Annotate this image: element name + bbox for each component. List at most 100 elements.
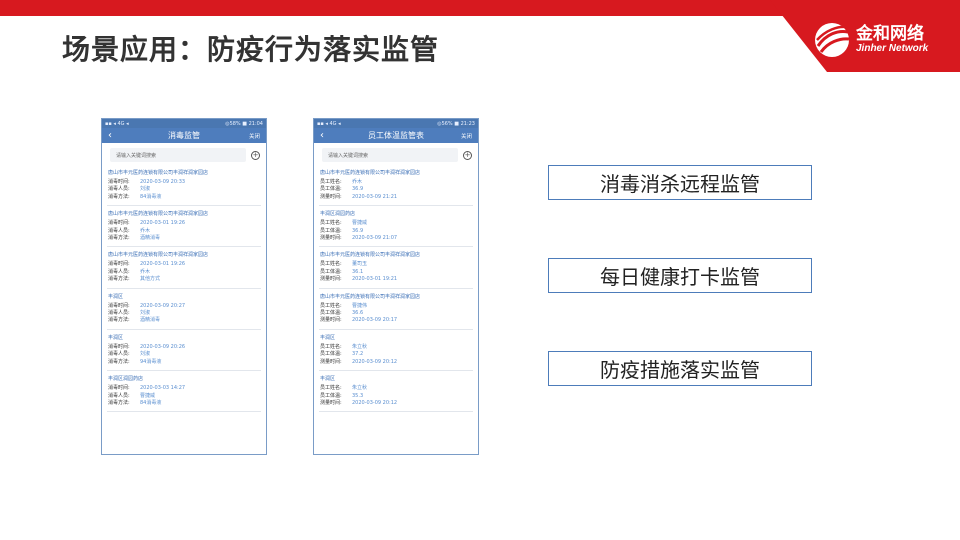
record-field: 测量时间: 2020-03-09 21:07 [320,235,473,242]
field-value: 曹捷威 [352,220,368,227]
field-value: 乔木 [140,227,151,234]
field-value: 84消毒液 [140,399,162,406]
record-field: 员工姓名: 朱立秋 [320,344,473,351]
list-item[interactable]: 丰润区润园药店 员工姓名: 曹捷威 员工体温: 36.9 测量时间: 2020-03-09 … [319,206,473,248]
field-label: 员工体温: [320,227,342,234]
field-value: 其他方式 [140,276,161,283]
record-field: 测量时间: 2020-03-09 20:12 [320,400,473,407]
field-value: 2020-03-03 14:27 [140,385,186,392]
list-item[interactable]: 唐山市丰元医药连锁有限公司丰润祥润家园店消毒时间: 2020-03-01 19:2… [107,247,261,289]
back-icon[interactable]: ‹ [108,130,122,141]
field-label: 消毒人员: [108,186,130,193]
nav-bar: ‹ 消毒监管 关闭 [102,128,266,143]
record-field: 员工体温: 36.9 [320,228,473,235]
jinher-logo: 金和网络 Jinher Network [812,16,942,64]
record-field: 消毒人员: 刘淑 [108,351,261,358]
field-label: 消毒方法: [108,193,130,200]
record-field: 消毒时间: 2020-03-03 14:27 [108,385,261,392]
phone-temperature: ▪▪ ◂ 4G ◂ ◎56% ■ 21:23 ‹ 员工体温监管表 关闭 请输入关… [313,118,479,455]
close-button[interactable]: 关闭 [458,132,472,140]
field-label: 消毒方法: [108,235,130,242]
record-title: 唐山市丰元医药连锁有限公司丰润祥润家园店 [320,252,421,259]
logo-globe-icon [815,23,850,57]
search-input[interactable]: 请输入关键词搜索 [110,148,246,162]
list-item[interactable]: 丰润区 消毒时间: 2020-03-09 20:27 消毒人员: 刘淑 消毒方法: 酒精消毒 [107,289,261,330]
record-title: 唐山市丰元医药连锁有限公司丰润祥润家园店 [320,170,421,176]
list-item[interactable]: 唐山市丰元医药连锁有限公司丰润祥润家园店 消毒时间: 2020-03-09 20:3… [107,165,261,207]
field-label: 员工体温: [320,392,342,399]
field-label: 测量时间: [320,276,342,283]
list-item[interactable]: 丰润区消毒时间: 2020-03-09 20:26 消毒人员: 刘淑 消毒方法: 94消毒… [107,330,261,372]
tag-measures: 防疫措施落实监管 [548,351,812,386]
field-value: 36.9 [352,186,364,193]
record-title: 丰润区 [108,334,124,341]
field-value: 酒精消毒 [140,317,161,324]
field-value: 36.1 [352,268,364,275]
field-value: 37.2 [352,351,364,358]
field-value: 2020-03-09 20:27 [140,302,186,309]
record-field: 消毒时间: 2020-03-01 19:26 [108,261,261,268]
record-title: 唐山市丰元医药连锁有限公司丰润祥润家园店 [320,293,421,300]
field-value: 乔木 [352,179,363,185]
search-input[interactable]: 请输入关键词搜索 [322,148,458,162]
record-title: 丰润区 [320,376,336,383]
field-value: 2020-03-01 19:26 [140,220,186,227]
record-title: 唐山市丰元医药连锁有限公司丰润祥润家园店 [108,252,209,259]
status-bar: ▪▪ ◂ 4G ◂ ◎56% ■ 21:23 [314,119,478,128]
field-label: 消毒方法: [108,399,130,406]
field-value: 朱立秋 [352,385,368,392]
field-value: 刘淑 [140,351,151,358]
field-label: 测量时间: [320,317,342,324]
field-label: 消毒时间: [108,302,130,309]
field-label: 测量时间: [320,235,342,242]
record-field: 消毒人员: 乔木 [108,269,261,276]
field-label: 员工姓名: [320,261,342,268]
plus-circle-icon[interactable]: + [463,150,472,160]
back-icon[interactable]: ‹ [320,130,334,141]
list-item[interactable]: 丰润区 员工姓名: 朱立秋 员工体温: 35.3 测量时间: 2020-03-09 20:1… [319,371,473,413]
record-field: 员工体温: 36.6 [320,310,473,317]
field-label: 消毒方法: [108,317,130,324]
record-title: 唐山市丰元医药连锁有限公司丰润祥润家园店 [108,211,209,218]
list-item[interactable]: 唐山市丰元医药连锁有限公司丰润祥润家园店 员工姓名: 曹捷伟 员工体温: 36.6 测量时… [319,289,473,330]
record-title: 丰润区 [320,334,336,341]
tag-health-checkin: 每日健康打卡监管 [548,258,812,293]
field-label: 员工姓名: [320,220,342,227]
record-field: 员工体温: 36.1 [320,269,473,276]
field-value: 曹捷伟 [352,302,368,309]
record-field: 员工姓名: 朱立秋 [320,385,473,392]
slide-title: 场景应用：防疫行为落实监管 [62,33,440,66]
close-button[interactable]: 关闭 [246,132,260,140]
list-item[interactable]: 丰润区 员工姓名: 朱立秋 员工体温: 37.2 测量时间: 2020-03-09 20:1… [319,330,473,372]
list-item[interactable]: 丰润区润园药店 消毒时间: 2020-03-03 14:27 消毒人员: 曹捷威 消毒方法… [107,371,261,413]
nav-title: 消毒监管 [168,131,200,140]
record-list: 唐山市丰元医药连锁有限公司丰润祥润家园店 员工姓名: 乔木 员工体温: 36.9 测量时间… [314,165,478,413]
plus-circle-icon[interactable]: + [251,150,260,160]
record-field: 消毒方法: 94消毒液 [108,359,261,366]
record-field: 消毒人员: 曹捷威 [108,393,261,400]
nav-title: 员工体温监管表 [368,131,424,140]
status-bar: ▪▪ ◂ 4G ◂ ◎58% ■ 21:04 [102,119,266,128]
record-field: 消毒时间: 2020-03-09 20:33 [108,179,261,186]
field-value: 朱立秋 [352,343,368,350]
list-item[interactable]: 唐山市丰元医药连锁有限公司丰润祥润家园店 员工姓名: 乔木 员工体温: 36.9 测量时间… [319,165,473,207]
field-value: 2020-03-09 21:07 [352,235,398,242]
record-field: 消毒人员: 刘淑 [108,186,261,193]
record-list: 唐山市丰元医药连锁有限公司丰润祥润家园店 消毒时间: 2020-03-09 20:3… [102,165,266,413]
field-value: 酒精消毒 [140,235,161,242]
record-field: 员工姓名: 曹捷威 [320,220,473,227]
record-field: 消毒时间: 2020-03-09 20:26 [108,344,261,351]
record-field: 员工体温: 37.2 [320,351,473,358]
record-field: 测量时间: 2020-03-09 20:17 [320,317,473,324]
record-field: 消毒时间: 2020-03-01 19:26 [108,220,261,227]
list-item[interactable]: 唐山市丰元医药连锁有限公司丰润祥润家园店 员工姓名: 董司玉 员工体温: 36.1 测量时… [319,247,473,289]
field-label: 消毒人员: [108,351,130,358]
record-field: 员工体温: 36.9 [320,186,473,193]
list-item[interactable]: 唐山市丰元医药连锁有限公司丰润祥润家园店 消毒时间: 2020-03-01 19:2… [107,206,261,248]
phone-disinfection: ▪▪ ◂ 4G ◂ ◎58% ■ 21:04 ‹ 消毒监管 关闭 请输入关键词搜… [101,118,267,455]
field-value: 刘淑 [140,186,151,193]
field-label: 消毒人员: [108,392,130,399]
field-label: 测量时间: [320,193,342,200]
record-field: 消毒时间: 2020-03-09 20:27 [108,303,261,310]
field-label: 消毒时间: [108,220,130,227]
